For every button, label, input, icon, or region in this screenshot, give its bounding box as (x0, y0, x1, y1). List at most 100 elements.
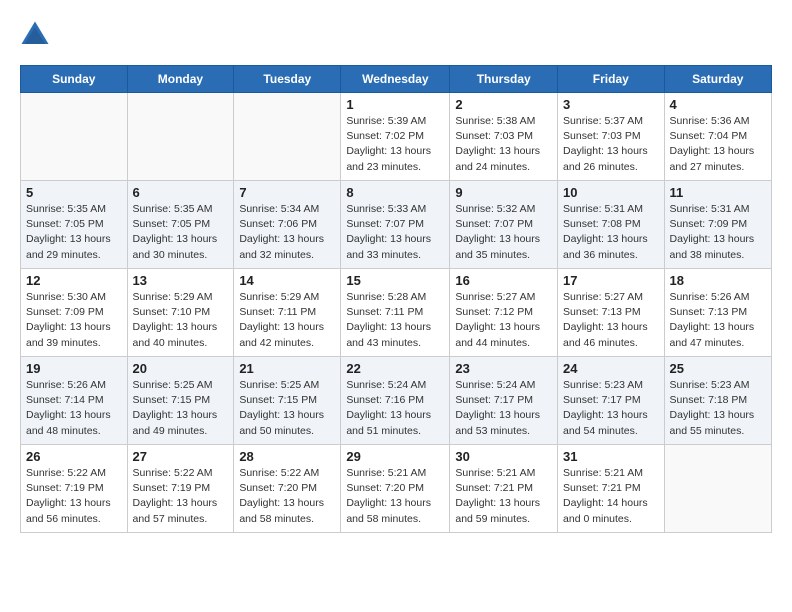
day-info: Sunrise: 5:21 AM Sunset: 7:21 PM Dayligh… (563, 466, 659, 527)
day-number: 18 (670, 273, 766, 288)
day-cell: 15 Sunrise: 5:28 AM Sunset: 7:11 PM Dayli… (341, 269, 450, 357)
week-row-5: 26 Sunrise: 5:22 AM Sunset: 7:19 PM Dayli… (21, 445, 772, 533)
day-info: Sunrise: 5:24 AM Sunset: 7:17 PM Dayligh… (455, 378, 552, 439)
day-cell: 2Sunrise: 5:38 AM Sunset: 7:03 PM Daylig… (450, 93, 558, 181)
day-number: 13 (133, 273, 229, 288)
weekday-friday: Friday (558, 66, 665, 93)
day-cell: 13 Sunrise: 5:29 AM Sunset: 7:10 PM Dayli… (127, 269, 234, 357)
logo-icon (20, 20, 50, 50)
page: SundayMondayTuesdayWednesdayThursdayFrid… (0, 0, 792, 553)
day-number: 26 (26, 449, 122, 464)
day-number: 11 (670, 185, 766, 200)
day-info: Sunrise: 5:29 AM Sunset: 7:11 PM Dayligh… (239, 290, 335, 351)
day-cell: 19 Sunrise: 5:26 AM Sunset: 7:14 PM Dayli… (21, 357, 128, 445)
day-cell: 8 Sunrise: 5:33 AM Sunset: 7:07 PM Daylig… (341, 181, 450, 269)
day-info: Sunrise: 5:31 AM Sunset: 7:09 PM Dayligh… (670, 202, 766, 263)
day-number: 5 (26, 185, 122, 200)
day-cell: 7 Sunrise: 5:34 AM Sunset: 7:06 PM Daylig… (234, 181, 341, 269)
day-cell: 20 Sunrise: 5:25 AM Sunset: 7:15 PM Dayli… (127, 357, 234, 445)
day-info: Sunrise: 5:27 AM Sunset: 7:12 PM Dayligh… (455, 290, 552, 351)
day-cell: 6 Sunrise: 5:35 AM Sunset: 7:05 PM Daylig… (127, 181, 234, 269)
day-info: Sunrise: 5:23 AM Sunset: 7:18 PM Dayligh… (670, 378, 766, 439)
day-info: Sunrise: 5:28 AM Sunset: 7:11 PM Dayligh… (346, 290, 444, 351)
day-cell (234, 93, 341, 181)
day-info: Sunrise: 5:35 AM Sunset: 7:05 PM Dayligh… (133, 202, 229, 263)
weekday-tuesday: Tuesday (234, 66, 341, 93)
weekday-wednesday: Wednesday (341, 66, 450, 93)
day-info: Sunrise: 5:25 AM Sunset: 7:15 PM Dayligh… (239, 378, 335, 439)
day-info: Sunrise: 5:21 AM Sunset: 7:21 PM Dayligh… (455, 466, 552, 527)
weekday-thursday: Thursday (450, 66, 558, 93)
calendar-body: 1Sunrise: 5:39 AM Sunset: 7:02 PM Daylig… (21, 93, 772, 533)
day-cell: 27Sunrise: 5:22 AM Sunset: 7:19 PM Dayli… (127, 445, 234, 533)
day-cell: 9Sunrise: 5:32 AM Sunset: 7:07 PM Daylig… (450, 181, 558, 269)
day-info: Sunrise: 5:21 AM Sunset: 7:20 PM Dayligh… (346, 466, 444, 527)
day-number: 29 (346, 449, 444, 464)
day-info: Sunrise: 5:25 AM Sunset: 7:15 PM Dayligh… (133, 378, 229, 439)
day-cell: 30 Sunrise: 5:21 AM Sunset: 7:21 PM Dayli… (450, 445, 558, 533)
week-row-2: 5 Sunrise: 5:35 AM Sunset: 7:05 PM Daylig… (21, 181, 772, 269)
day-info: Sunrise: 5:24 AM Sunset: 7:16 PM Dayligh… (346, 378, 444, 439)
week-row-1: 1Sunrise: 5:39 AM Sunset: 7:02 PM Daylig… (21, 93, 772, 181)
day-info: Sunrise: 5:22 AM Sunset: 7:19 PM Dayligh… (26, 466, 122, 527)
day-number: 25 (670, 361, 766, 376)
day-number: 7 (239, 185, 335, 200)
day-info: Sunrise: 5:29 AM Sunset: 7:10 PM Dayligh… (133, 290, 229, 351)
day-number: 1 (346, 97, 444, 112)
week-row-4: 19 Sunrise: 5:26 AM Sunset: 7:14 PM Dayli… (21, 357, 772, 445)
day-cell (664, 445, 771, 533)
day-cell: 24 Sunrise: 5:23 AM Sunset: 7:17 PM Dayli… (558, 357, 665, 445)
day-info: Sunrise: 5:26 AM Sunset: 7:13 PM Dayligh… (670, 290, 766, 351)
day-cell: 28 Sunrise: 5:22 AM Sunset: 7:20 PM Dayli… (234, 445, 341, 533)
day-cell: 26 Sunrise: 5:22 AM Sunset: 7:19 PM Dayli… (21, 445, 128, 533)
day-cell: 29 Sunrise: 5:21 AM Sunset: 7:20 PM Dayli… (341, 445, 450, 533)
day-number: 12 (26, 273, 122, 288)
day-info: Sunrise: 5:31 AM Sunset: 7:08 PM Dayligh… (563, 202, 659, 263)
day-cell: 4Sunrise: 5:36 AM Sunset: 7:04 PM Daylig… (664, 93, 771, 181)
day-number: 8 (346, 185, 444, 200)
day-number: 6 (133, 185, 229, 200)
day-number: 31 (563, 449, 659, 464)
day-number: 15 (346, 273, 444, 288)
day-info: Sunrise: 5:35 AM Sunset: 7:05 PM Dayligh… (26, 202, 122, 263)
day-cell: 18 Sunrise: 5:26 AM Sunset: 7:13 PM Dayli… (664, 269, 771, 357)
day-info: Sunrise: 5:33 AM Sunset: 7:07 PM Dayligh… (346, 202, 444, 263)
day-number: 2 (455, 97, 552, 112)
day-cell: 25 Sunrise: 5:23 AM Sunset: 7:18 PM Dayli… (664, 357, 771, 445)
day-info: Sunrise: 5:30 AM Sunset: 7:09 PM Dayligh… (26, 290, 122, 351)
day-cell: 11 Sunrise: 5:31 AM Sunset: 7:09 PM Dayli… (664, 181, 771, 269)
day-number: 16 (455, 273, 552, 288)
day-info: Sunrise: 5:22 AM Sunset: 7:20 PM Dayligh… (239, 466, 335, 527)
day-cell: 14 Sunrise: 5:29 AM Sunset: 7:11 PM Dayli… (234, 269, 341, 357)
logo (20, 20, 54, 50)
day-number: 22 (346, 361, 444, 376)
day-number: 20 (133, 361, 229, 376)
day-number: 9 (455, 185, 552, 200)
day-number: 28 (239, 449, 335, 464)
day-info: Sunrise: 5:36 AM Sunset: 7:04 PM Dayligh… (670, 114, 766, 175)
day-number: 23 (455, 361, 552, 376)
day-info: Sunrise: 5:23 AM Sunset: 7:17 PM Dayligh… (563, 378, 659, 439)
day-number: 14 (239, 273, 335, 288)
day-number: 3 (563, 97, 659, 112)
day-number: 30 (455, 449, 552, 464)
day-number: 19 (26, 361, 122, 376)
calendar: SundayMondayTuesdayWednesdayThursdayFrid… (20, 65, 772, 533)
day-info: Sunrise: 5:26 AM Sunset: 7:14 PM Dayligh… (26, 378, 122, 439)
day-cell: 12 Sunrise: 5:30 AM Sunset: 7:09 PM Dayli… (21, 269, 128, 357)
day-info: Sunrise: 5:37 AM Sunset: 7:03 PM Dayligh… (563, 114, 659, 175)
day-info: Sunrise: 5:34 AM Sunset: 7:06 PM Dayligh… (239, 202, 335, 263)
day-info: Sunrise: 5:22 AM Sunset: 7:19 PM Dayligh… (133, 466, 229, 527)
weekday-sunday: Sunday (21, 66, 128, 93)
day-number: 24 (563, 361, 659, 376)
day-number: 21 (239, 361, 335, 376)
day-cell: 1Sunrise: 5:39 AM Sunset: 7:02 PM Daylig… (341, 93, 450, 181)
calendar-header: SundayMondayTuesdayWednesdayThursdayFrid… (21, 66, 772, 93)
day-cell: 22 Sunrise: 5:24 AM Sunset: 7:16 PM Dayli… (341, 357, 450, 445)
day-cell: 16 Sunrise: 5:27 AM Sunset: 7:12 PM Dayli… (450, 269, 558, 357)
day-number: 10 (563, 185, 659, 200)
day-cell (127, 93, 234, 181)
day-cell: 3 Sunrise: 5:37 AM Sunset: 7:03 PM Daylig… (558, 93, 665, 181)
weekday-monday: Monday (127, 66, 234, 93)
weekday-row: SundayMondayTuesdayWednesdayThursdayFrid… (21, 66, 772, 93)
